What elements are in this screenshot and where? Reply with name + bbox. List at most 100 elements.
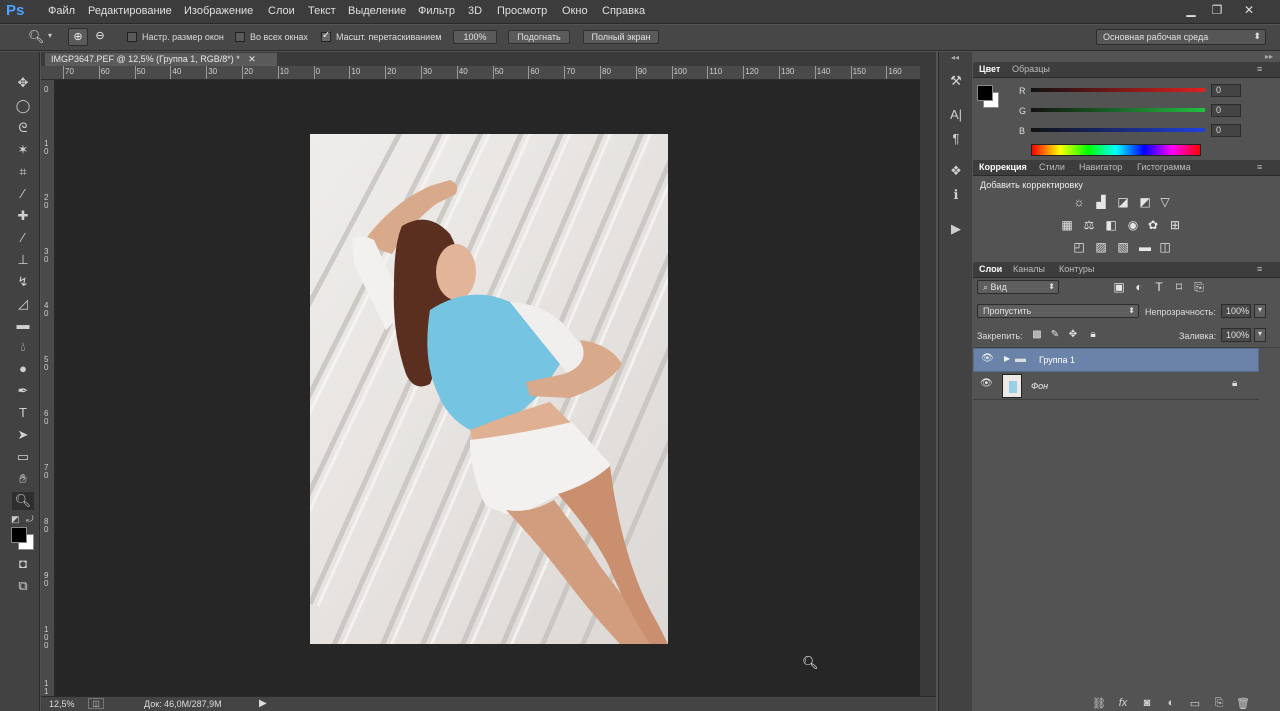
opacity-input[interactable]: 100% bbox=[1221, 304, 1251, 318]
fill-chevron-icon[interactable]: ▾ bbox=[1254, 328, 1266, 342]
fill-input[interactable]: 100% bbox=[1221, 328, 1251, 342]
eraser-tool-icon[interactable]: ◿ bbox=[12, 295, 34, 313]
character-panel-icon[interactable]: A| bbox=[947, 106, 965, 124]
collapse-strip-icon[interactable]: ◂◂ bbox=[951, 53, 959, 62]
zoom-in-icon[interactable]: ⊕ bbox=[68, 28, 88, 46]
panel-menu-icon[interactable]: ≡ bbox=[1257, 64, 1262, 74]
filter-adjustment-icon[interactable]: ◐ bbox=[1131, 280, 1147, 294]
expand-arrow-icon[interactable]: ▶ bbox=[1004, 354, 1010, 363]
selective-color-icon[interactable]: ◫ bbox=[1157, 240, 1173, 254]
lock-pixels-icon[interactable]: ✎ bbox=[1047, 328, 1063, 342]
blend-mode-select[interactable]: Пропустить ⬍ bbox=[977, 304, 1139, 318]
add-mask-icon[interactable]: ◙ bbox=[1139, 697, 1155, 711]
panel-menu-icon[interactable]: ≡ bbox=[1257, 264, 1262, 274]
red-slider[interactable] bbox=[1031, 88, 1205, 92]
layer-name[interactable]: Фон bbox=[1031, 381, 1048, 391]
layer-row-background[interactable]: 👁︎ Фон 🔒︎ bbox=[973, 372, 1259, 400]
crop-tool-icon[interactable]: ⌗ bbox=[12, 163, 34, 181]
filter-type-icon[interactable]: T bbox=[1151, 280, 1167, 294]
green-slider[interactable] bbox=[1031, 108, 1205, 112]
move-tool-icon[interactable]: ✥ bbox=[12, 74, 34, 92]
filter-smart-object-icon[interactable]: ⎘ bbox=[1191, 280, 1207, 294]
menu-select[interactable]: Выделение bbox=[348, 5, 406, 17]
healing-brush-tool-icon[interactable]: ✚ bbox=[12, 207, 34, 225]
menu-filter[interactable]: Фильтр bbox=[418, 5, 455, 17]
lock-transparency-icon[interactable]: ▩ bbox=[1029, 328, 1045, 342]
menu-window[interactable]: Окно bbox=[562, 5, 588, 17]
close-icon[interactable]: ✕ bbox=[1238, 2, 1260, 18]
document-tab[interactable]: IMGP3647.PEF @ 12,5% (Группа 1, RGB/8*) … bbox=[45, 53, 277, 66]
blue-slider[interactable] bbox=[1031, 128, 1205, 132]
lock-all-icon[interactable]: 🔒︎ bbox=[1085, 328, 1101, 342]
delete-layer-icon[interactable]: 🗑︎ bbox=[1235, 697, 1251, 711]
quick-select-tool-icon[interactable]: ✶ bbox=[12, 141, 34, 159]
invert-icon[interactable]: ◰ bbox=[1071, 240, 1087, 254]
default-colors-icon[interactable]: ◩ bbox=[11, 514, 20, 525]
blur-tool-icon[interactable]: 💧︎ bbox=[12, 338, 34, 356]
exposure-icon[interactable]: ◩ bbox=[1137, 195, 1153, 209]
color-spectrum[interactable] bbox=[1031, 144, 1201, 156]
vertical-scrollbar[interactable] bbox=[920, 66, 936, 696]
menu-type[interactable]: Текст bbox=[308, 5, 336, 17]
fullscreen-button[interactable]: Полный экран bbox=[583, 30, 659, 44]
lock-position-icon[interactable]: ✥ bbox=[1065, 328, 1081, 342]
restore-icon[interactable]: ❐ bbox=[1206, 2, 1228, 18]
tab-styles[interactable]: Стили bbox=[1039, 162, 1065, 172]
swap-colors-icon[interactable]: ⤾ bbox=[26, 514, 34, 525]
zoom-out-icon[interactable]: ⊖ bbox=[90, 28, 110, 46]
tab-layers[interactable]: Слои bbox=[979, 264, 1002, 274]
fit-screen-button[interactable]: Подогнать bbox=[508, 30, 570, 44]
brightness-icon[interactable]: ☼ bbox=[1071, 195, 1087, 209]
color-balance-icon[interactable]: ⚖ bbox=[1081, 218, 1097, 232]
channel-mixer-icon[interactable]: ✿ bbox=[1145, 218, 1161, 232]
visibility-eye-icon[interactable]: 👁︎ bbox=[981, 353, 994, 364]
foreground-color-swatch[interactable] bbox=[11, 527, 27, 543]
photo-filter-icon[interactable]: ◉ bbox=[1125, 218, 1141, 232]
status-menu-arrow-icon[interactable]: ▶ bbox=[259, 698, 267, 709]
filter-shape-icon[interactable]: ⌑ bbox=[1171, 280, 1187, 294]
layer-name[interactable]: Группа 1 bbox=[1039, 355, 1075, 365]
levels-icon[interactable]: ▟ bbox=[1093, 195, 1109, 209]
link-layers-icon[interactable]: ⛓ bbox=[1091, 697, 1107, 711]
minimize-icon[interactable]: ▁ bbox=[1180, 2, 1202, 18]
fg-color-chip[interactable] bbox=[977, 85, 993, 101]
menu-help[interactable]: Справка bbox=[602, 5, 645, 17]
clone-stamp-tool-icon[interactable]: ⊥ bbox=[12, 251, 34, 269]
menu-image[interactable]: Изображение bbox=[184, 5, 253, 17]
zoom-tool-icon[interactable]: 🔍︎ bbox=[28, 29, 45, 45]
resize-windows-checkbox[interactable] bbox=[127, 32, 137, 42]
layer-row-group[interactable]: 👁︎ ▶ ▬ Группа 1 bbox=[973, 348, 1259, 372]
new-layer-icon[interactable]: ⎘ bbox=[1211, 697, 1227, 711]
gradient-tool-icon[interactable]: ▬ bbox=[12, 316, 34, 334]
menu-file[interactable]: Файл bbox=[48, 5, 75, 17]
layer-filter-select[interactable]: ⌕ Вид ⬍ bbox=[977, 280, 1059, 294]
path-select-tool-icon[interactable]: ➤ bbox=[12, 426, 34, 444]
new-adjustment-layer-icon[interactable]: ◐ bbox=[1163, 697, 1179, 711]
blue-value[interactable]: 0 bbox=[1211, 124, 1241, 137]
tab-histogram[interactable]: Гистограмма bbox=[1137, 162, 1191, 172]
brush-tool-icon[interactable]: ∕ bbox=[12, 229, 34, 247]
type-tool-icon[interactable]: T bbox=[12, 404, 34, 422]
tool-preset-chevron-icon[interactable]: ▾ bbox=[48, 31, 52, 40]
menu-view[interactable]: Просмотр bbox=[497, 5, 547, 17]
shape-tool-icon[interactable]: ▭ bbox=[12, 448, 34, 466]
posterize-icon[interactable]: ▨ bbox=[1093, 240, 1109, 254]
visibility-eye-icon[interactable]: 👁︎ bbox=[980, 378, 993, 389]
pen-tool-icon[interactable]: ✒ bbox=[12, 382, 34, 400]
all-windows-checkbox[interactable] bbox=[235, 32, 245, 42]
zoom-tool-icon[interactable]: 🔍︎ bbox=[12, 492, 34, 510]
screen-mode-icon[interactable]: ⧉ bbox=[12, 577, 34, 595]
layer-style-fx-icon[interactable]: fx bbox=[1115, 697, 1131, 711]
threshold-icon[interactable]: ▧ bbox=[1115, 240, 1131, 254]
status-info-icon[interactable]: ◫ bbox=[88, 698, 104, 709]
curves-icon[interactable]: ◪ bbox=[1115, 195, 1131, 209]
panel-menu-icon[interactable]: ≡ bbox=[1257, 162, 1262, 172]
history-panel-icon[interactable]: ⚒ bbox=[947, 72, 965, 90]
black-white-icon[interactable]: ◧ bbox=[1103, 218, 1119, 232]
menu-3d[interactable]: 3D bbox=[468, 5, 482, 17]
history-brush-tool-icon[interactable]: ↯ bbox=[12, 273, 34, 291]
paragraph-panel-icon[interactable]: ¶ bbox=[947, 130, 965, 148]
red-value[interactable]: 0 bbox=[1211, 84, 1241, 97]
new-group-icon[interactable]: ▭ bbox=[1187, 697, 1203, 711]
hue-saturation-icon[interactable]: ▦ bbox=[1059, 218, 1075, 232]
